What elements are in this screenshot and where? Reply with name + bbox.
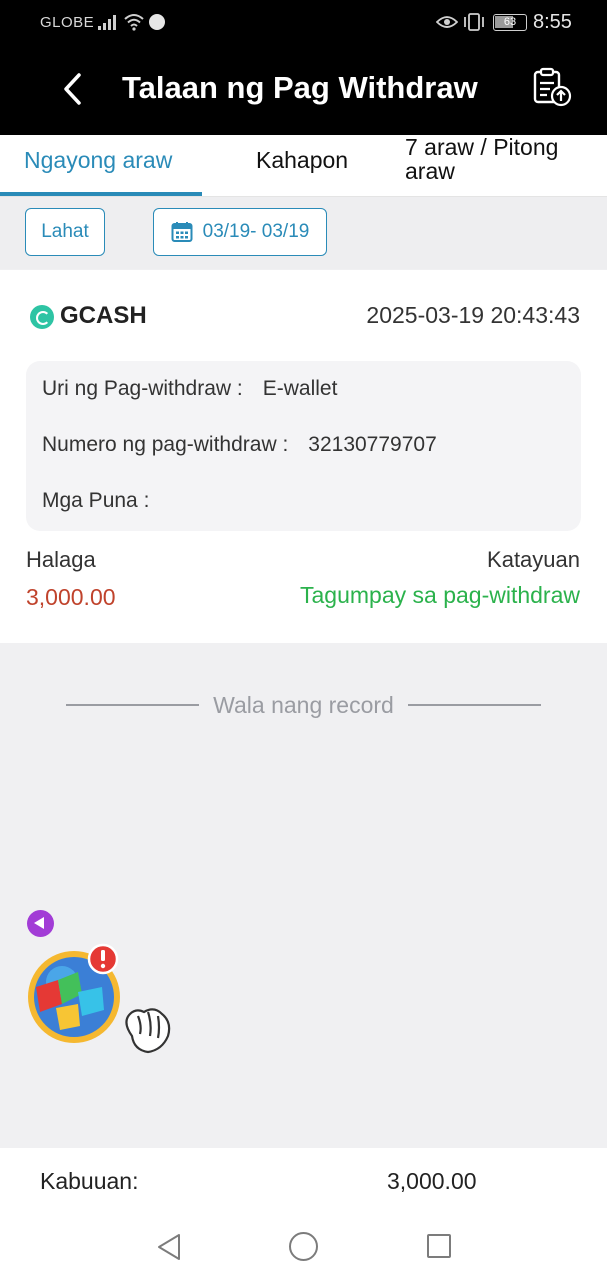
nav-home-icon[interactable] — [289, 1232, 318, 1261]
remarks-label: Mga Puna : — [42, 489, 150, 512]
divider-line-right — [407, 704, 541, 706]
game-widget-icon[interactable] — [26, 942, 176, 1057]
tab-seven-days[interactable]: 7 araw / Pitong araw — [405, 135, 595, 183]
nav-back-icon[interactable] — [155, 1232, 183, 1262]
status-bar: GLOBE 63 8:55 — [0, 0, 607, 46]
tab-yesterday[interactable]: Kahapon — [256, 147, 348, 174]
total-bar: Kabuuan: 3,000.00 — [0, 1148, 607, 1210]
nav-recents-icon[interactable] — [427, 1234, 451, 1258]
date-tabs: Ngayong araw Kahapon 7 araw / Pitong ara… — [0, 135, 607, 197]
status-label: Katayuan — [487, 547, 580, 572]
withdraw-number-row: Numero ng pag-withdraw : 32130779707 — [42, 433, 437, 457]
total-label: Kabuuan: — [40, 1168, 139, 1194]
date-range-label: 03/19- 03/19 — [202, 221, 310, 242]
withdraw-number-value: 32130779707 — [308, 433, 437, 456]
top-bar: GLOBE 63 8:55 Talaan ng Pag Withdraw — [0, 0, 607, 135]
divider-line-left — [66, 704, 200, 706]
remarks-row: Mga Puna : — [42, 489, 169, 513]
amount-value: 3,000.00 — [26, 584, 116, 610]
withdraw-type-label: Uri ng Pag-withdraw : — [42, 377, 243, 400]
back-button[interactable] — [52, 66, 92, 112]
gcash-logo-icon — [30, 305, 54, 329]
filter-bar: Lahat 03/19- 03/19 — [0, 197, 607, 269]
wifi-icon — [124, 14, 144, 31]
chevron-left-icon — [64, 73, 81, 105]
vibrate-icon — [464, 13, 484, 31]
date-range-button[interactable]: 03/19- 03/19 — [153, 208, 327, 256]
signal-icon — [98, 14, 116, 30]
withdraw-record-card[interactable]: GCASH 2025-03-19 20:43:43 Uri ng Pag-wit… — [0, 270, 607, 643]
battery-icon: 63 — [493, 14, 527, 31]
filter-all-label: Lahat — [41, 221, 89, 242]
battery-level: 63 — [503, 16, 517, 28]
eye-comfort-icon — [436, 16, 458, 28]
tab-today[interactable]: Ngayong araw — [24, 147, 172, 174]
clipboard-upload-icon[interactable] — [528, 66, 574, 110]
system-nav-bar — [0, 1210, 607, 1280]
collapse-arrow-icon[interactable] — [27, 910, 54, 937]
total-value: 3,000.00 — [387, 1168, 477, 1194]
calendar-icon — [171, 222, 193, 242]
amount-label: Halaga — [26, 547, 96, 572]
provider-name: GCASH — [60, 302, 147, 329]
clock: 8:55 — [533, 11, 572, 33]
withdraw-type-row: Uri ng Pag-withdraw : E-wallet — [42, 377, 337, 401]
withdraw-type-value: E-wallet — [262, 377, 338, 400]
messenger-icon — [149, 14, 165, 30]
no-more-records-text: Wala nang record — [213, 691, 394, 718]
withdraw-number-label: Numero ng pag-withdraw : — [42, 433, 289, 456]
record-datetime: 2025-03-19 20:43:43 — [366, 302, 580, 328]
status-value: Tagumpay sa pag-withdraw — [300, 582, 580, 608]
page-title: Talaan ng Pag Withdraw — [122, 70, 478, 105]
carrier-name: GLOBE — [40, 14, 95, 31]
no-more-records: Wala nang record — [66, 690, 541, 720]
record-details-box: Uri ng Pag-withdraw : E-wallet Numero ng … — [26, 361, 581, 531]
active-tab-indicator — [0, 192, 202, 196]
filter-all-button[interactable]: Lahat — [25, 208, 105, 256]
